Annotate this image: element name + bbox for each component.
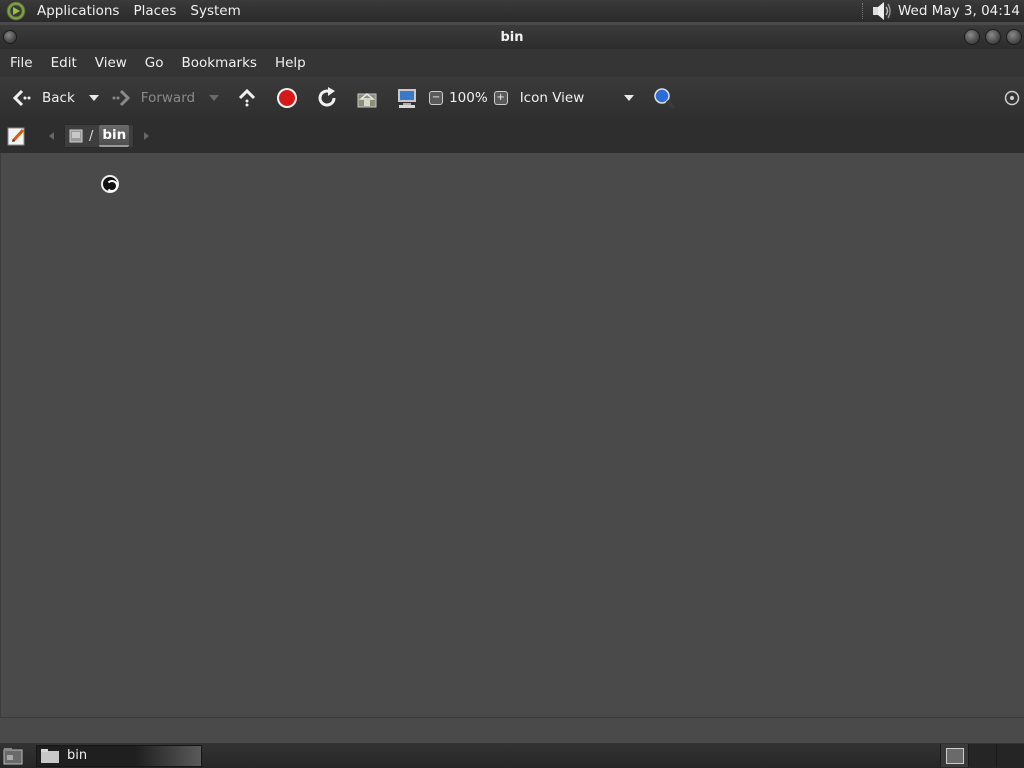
- taskbar-window-bin[interactable]: bin: [36, 744, 202, 767]
- workspace-1[interactable]: [940, 744, 968, 767]
- busy-cursor-icon: [101, 175, 119, 193]
- window-title: bin: [500, 29, 524, 45]
- menu-help[interactable]: Help: [265, 49, 314, 77]
- show-desktop-icon[interactable]: [2, 746, 24, 766]
- stop-icon: [275, 86, 299, 110]
- panel-menu-system[interactable]: System: [183, 0, 247, 22]
- clock[interactable]: Wed May 3, 04:14: [898, 3, 1024, 19]
- distro-logo-icon[interactable]: [6, 1, 26, 21]
- maximize-button[interactable]: [985, 29, 1001, 45]
- path-root-button[interactable]: / bin: [64, 124, 135, 148]
- home-folder-icon: [355, 86, 379, 110]
- folder-icon: [41, 748, 59, 763]
- path-current-button[interactable]: bin: [99, 125, 130, 147]
- zoom-level[interactable]: 100%: [449, 90, 488, 106]
- drive-icon: [69, 129, 83, 143]
- location-bar: / bin: [0, 119, 1024, 153]
- workspace-3[interactable]: [996, 744, 1024, 767]
- window-titlebar[interactable]: bin: [0, 25, 1024, 49]
- stop-button[interactable]: [271, 81, 303, 115]
- up-button[interactable]: [231, 81, 263, 115]
- menu-view[interactable]: View: [85, 49, 135, 77]
- panel-menu-places[interactable]: Places: [126, 0, 183, 22]
- taskbar-window-label: bin: [67, 748, 88, 763]
- file-view[interactable]: [0, 153, 1024, 717]
- workspace-switcher: [940, 744, 1024, 767]
- panel-tray: Wed May 3, 04:14: [861, 0, 1024, 22]
- back-button[interactable]: Back: [6, 81, 79, 115]
- search-button[interactable]: [648, 81, 680, 115]
- zoom-in-button[interactable]: +: [493, 91, 508, 105]
- top-panel: Applications Places System Wed May 3, 04…: [0, 0, 1024, 22]
- chevron-down-icon: [623, 95, 634, 101]
- back-label: Back: [42, 90, 75, 106]
- menubar: File Edit View Go Bookmarks Help: [0, 49, 1024, 77]
- computer-button[interactable]: [391, 81, 423, 115]
- menu-go[interactable]: Go: [135, 49, 172, 77]
- panel-separator: [861, 3, 864, 19]
- search-icon: [652, 86, 676, 110]
- panel-menu-applications[interactable]: Applications: [30, 0, 126, 22]
- volume-icon[interactable]: [870, 1, 892, 21]
- back-history-dropdown[interactable]: [88, 95, 99, 101]
- workspace-2[interactable]: [968, 744, 996, 767]
- forward-label: Forward: [140, 90, 196, 106]
- activity-throbber-icon: [1004, 90, 1020, 106]
- arrow-right-icon: [109, 86, 133, 110]
- window-controls: [964, 29, 1022, 45]
- window-menu-button[interactable]: [3, 30, 17, 44]
- status-bar: [0, 717, 1024, 741]
- arrow-left-icon: [10, 86, 34, 110]
- zoom-out-button[interactable]: −: [429, 91, 444, 105]
- forward-history-dropdown[interactable]: [209, 95, 220, 101]
- view-mode-label: Icon View: [519, 90, 585, 106]
- toolbar: Back Forward − 100% + Icon View: [0, 77, 1024, 119]
- minimize-button[interactable]: [964, 29, 980, 45]
- close-button[interactable]: [1006, 29, 1022, 45]
- reload-button[interactable]: [311, 81, 343, 115]
- menu-edit[interactable]: Edit: [41, 49, 85, 77]
- bottom-panel: bin: [0, 743, 1024, 768]
- menu-file[interactable]: File: [0, 49, 41, 77]
- menu-bookmarks[interactable]: Bookmarks: [172, 49, 265, 77]
- path-separator: /: [89, 128, 94, 144]
- reload-icon: [315, 86, 339, 110]
- home-button[interactable]: [351, 81, 383, 115]
- computer-icon: [395, 86, 419, 110]
- view-mode-select[interactable]: Icon View: [520, 90, 640, 106]
- panel-menu-bar: Applications Places System: [0, 0, 248, 22]
- forward-button[interactable]: Forward: [105, 81, 199, 115]
- path-scroll-left[interactable]: [49, 132, 54, 140]
- workspace-window-thumb: [945, 747, 964, 764]
- path-scroll-right[interactable]: [144, 132, 150, 140]
- arrow-up-icon: [235, 86, 259, 110]
- edit-location-icon[interactable]: [7, 126, 27, 146]
